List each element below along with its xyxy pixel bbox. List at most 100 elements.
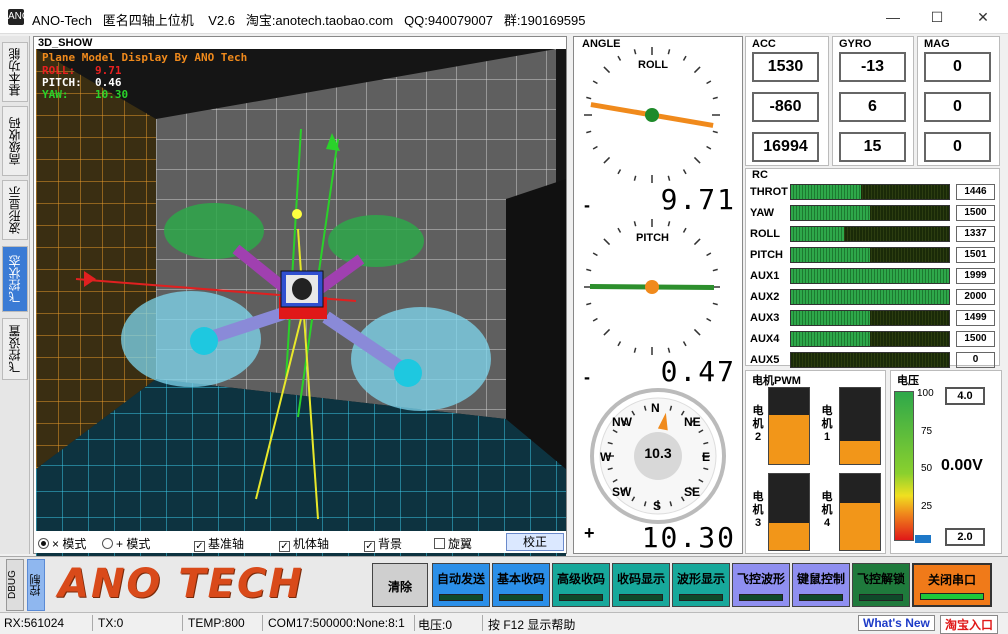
gyro-group: GYRO -13 6 15 — [832, 36, 914, 166]
auto-send-button[interactable]: 自动发送 — [432, 563, 490, 607]
rotor-label: 旋翼 — [448, 537, 473, 551]
status-led — [799, 594, 843, 601]
basic-receive-button[interactable]: 基本收码 — [492, 563, 550, 607]
gauge-tick — [682, 227, 687, 233]
angle-panel: ANGLE ROLL - 9.71 PITCH - 0.47 10.3 N NE… — [573, 36, 743, 554]
mag-group: MAG 0 0 0 — [917, 36, 1000, 166]
rotor-checkbox[interactable]: 旋翼 — [434, 535, 472, 552]
mag-label: MAG — [924, 38, 950, 50]
left-tab-bar: 基本功能 高级收码 波形显示 飞控状态 飞控设置 — [0, 36, 30, 554]
check-icon: ✓ — [364, 541, 375, 552]
close-port-button[interactable]: 关闭串口 — [912, 563, 992, 607]
gauge-tick — [706, 145, 712, 150]
gauge-tick — [693, 238, 701, 246]
rc-row-yaw: YAW 1500 — [746, 204, 1001, 222]
gauge-tick — [667, 347, 671, 353]
tab-flight-settings[interactable]: 飞控设置 — [2, 318, 28, 380]
check-icon: ✓ — [279, 541, 290, 552]
body-axis-checkbox[interactable]: ✓ 机体轴 — [279, 535, 329, 552]
status-divider — [92, 615, 93, 631]
tab-basic-functions[interactable]: 基本功能 — [2, 42, 28, 102]
compass-sw: SW — [612, 485, 632, 499]
code-display-button[interactable]: 收码显示 — [612, 563, 670, 607]
wave-display-button[interactable]: 波形显示 — [672, 563, 730, 607]
compass-e: E — [702, 450, 711, 464]
rc-channel-label: PITCH — [750, 249, 783, 261]
rc-channel-label: THROT — [750, 186, 788, 198]
roll-minus: - — [584, 195, 590, 215]
help-hint: 按 F12 显示帮助 — [488, 618, 576, 632]
control-tab[interactable]: 控制 — [27, 559, 45, 611]
dbug-tab[interactable]: DBUG — [6, 559, 24, 611]
plus-mode-radio[interactable]: + 模式 — [102, 535, 150, 552]
roll-label: ROLL — [638, 59, 668, 71]
rc-channel-bar — [790, 226, 950, 242]
gyro-x-value: -13 — [839, 52, 906, 82]
voltage-reading: 0.00V — [941, 457, 983, 474]
acc-group: ACC 1530 -860 16994 — [745, 36, 829, 166]
clear-button[interactable]: 清除 — [372, 563, 428, 607]
gauge-tick — [712, 130, 718, 134]
gauge-tick — [617, 227, 622, 233]
status-led — [619, 594, 663, 601]
rc-channel-fill — [791, 290, 949, 304]
rc-channel-fill — [791, 227, 845, 241]
calibrate-button[interactable]: 校正 — [506, 533, 564, 551]
gauge-tick — [682, 55, 687, 61]
gauge-tick — [586, 268, 592, 272]
gauge-tick — [592, 317, 598, 322]
advanced-receive-button[interactable]: 高级收码 — [552, 563, 610, 607]
gauge-tick — [586, 130, 592, 134]
key-mouse-control-button[interactable]: 键鼠控制 — [792, 563, 850, 607]
motor-1-label: 电机1 — [821, 405, 833, 443]
compass-center-value: 10.3 — [644, 445, 672, 461]
base-axis-checkbox[interactable]: ✓ 基准轴 — [194, 535, 244, 552]
motor-2-label: 电机2 — [752, 405, 764, 443]
gauge-tick — [706, 252, 712, 257]
plus-mode-label: + 模式 — [116, 537, 151, 551]
gyro-label: GYRO — [839, 38, 872, 50]
rc-row-aux4: AUX4 1500 — [746, 330, 1001, 348]
gauge-tick — [592, 145, 598, 150]
fc-unlock-button[interactable]: 飞控解锁 — [852, 563, 910, 607]
rc-row-aux5: AUX5 0 — [746, 351, 1001, 369]
propeller-back-left — [164, 203, 264, 259]
yellow-axis-tip — [292, 209, 302, 219]
fc-wave-button[interactable]: 飞控波形 — [732, 563, 790, 607]
3d-show-panel: Plane Model Display By ANO Tech ROLL: 9.… — [33, 36, 567, 564]
mag-z-value: 0 — [924, 132, 991, 162]
basic-receive-label: 基本收码 — [496, 572, 545, 586]
gauge-tick — [603, 328, 611, 336]
acc-z-value: 16994 — [752, 132, 819, 162]
rc-channel-fill — [791, 269, 949, 283]
status-divider — [182, 615, 183, 631]
compass-w: W — [600, 450, 612, 464]
status-divider — [262, 615, 263, 631]
rc-channel-bar — [790, 310, 950, 326]
gauge-tick — [667, 49, 671, 55]
maximize-button[interactable]: ☐ — [914, 0, 960, 34]
base-axis-label: 基准轴 — [208, 537, 245, 551]
motor-1-fill — [840, 441, 880, 464]
motor-4-label: 电机4 — [821, 491, 833, 529]
minimize-button[interactable]: — — [870, 0, 916, 34]
taobao-link[interactable]: 淘宝入口 — [940, 615, 999, 634]
tab-waveform[interactable]: 波形显示 — [2, 180, 28, 240]
rc-channel-value: 1500 — [956, 205, 995, 221]
background-checkbox[interactable]: ✓ 背景 — [364, 535, 402, 552]
voltage-status: 电压:0 — [418, 618, 453, 632]
compass-ne: NE — [684, 415, 701, 429]
ano-tech-logo: ANO TECH — [58, 561, 304, 607]
status-divider — [482, 615, 483, 631]
tab-advanced-receive[interactable]: 高级收码 — [2, 106, 28, 176]
voltage-max-value: 4.0 — [945, 387, 985, 405]
close-button[interactable]: ✕ — [960, 0, 1006, 34]
tab-flight-status[interactable]: 飞控状态 — [2, 246, 28, 312]
gauge-tick — [693, 156, 701, 164]
whats-new-link[interactable]: What's New — [858, 615, 935, 631]
status-led — [439, 594, 483, 601]
x-mode-radio[interactable]: × 模式 — [38, 535, 86, 552]
3d-options-bar: × 模式 + 模式 ✓ 基准轴 ✓ 机体轴 ✓ 背景 旋翼 校正 — [34, 531, 566, 553]
rc-channel-value: 1500 — [956, 331, 995, 347]
hud-title: Plane Model Display By ANO Tech — [42, 51, 248, 64]
